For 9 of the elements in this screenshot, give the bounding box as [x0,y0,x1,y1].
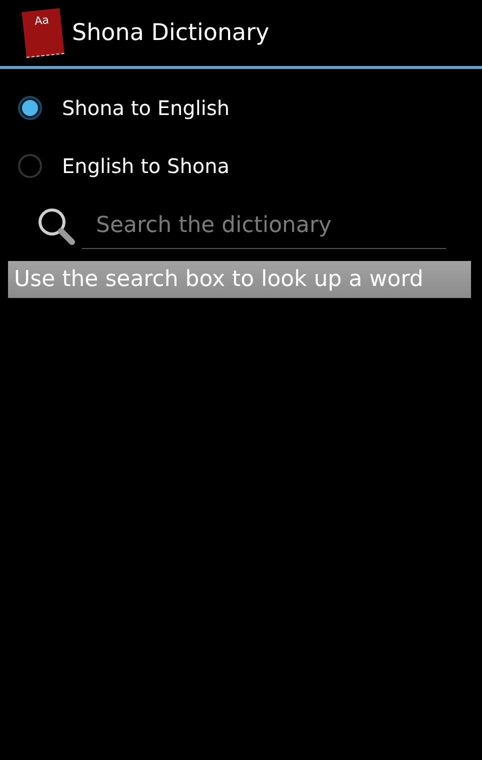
app-title: Shona Dictionary [72,20,270,46]
app-logo: Aa [22,8,64,58]
radio-option[interactable]: English to Shona [18,137,230,195]
search-icon [36,206,76,246]
radio-option[interactable]: Shona to English [18,79,230,137]
hint-message: Use the search box to look up a word [8,261,471,298]
radio-icon[interactable] [18,154,42,178]
search-field[interactable]: Search the dictionary [82,204,446,248]
radio-icon[interactable] [18,96,42,120]
